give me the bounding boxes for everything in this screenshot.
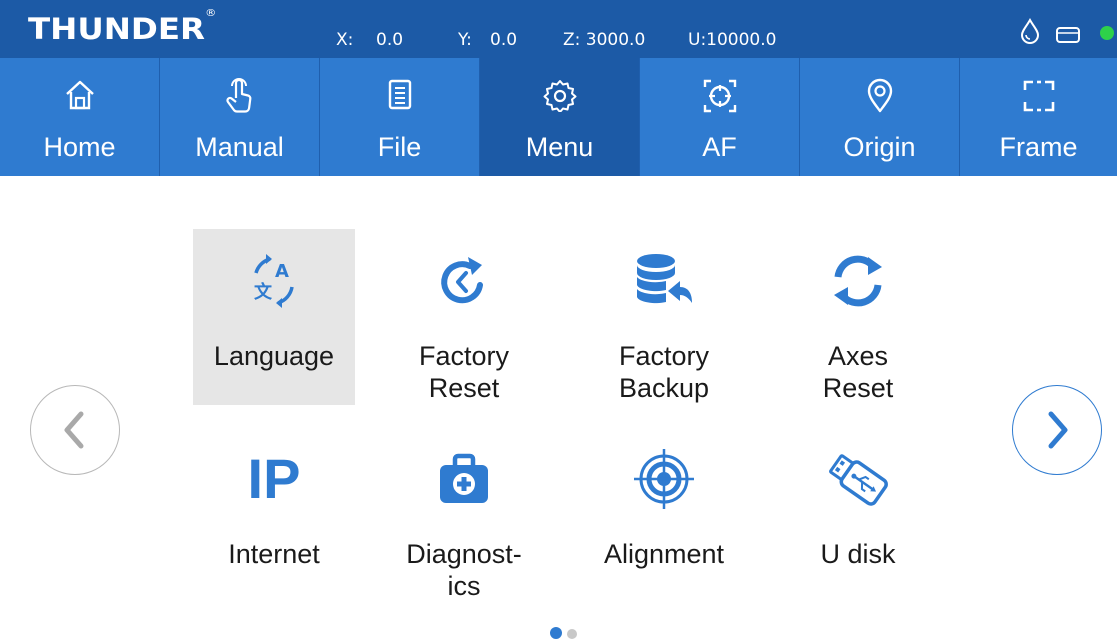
medical-kit-icon	[383, 453, 545, 507]
tab-label: AF	[702, 132, 737, 162]
u-coordinate: U:10000.0	[688, 30, 777, 50]
location-pin-icon	[800, 78, 959, 114]
tab-menu[interactable]: Menu	[480, 58, 640, 176]
menu-item-internet[interactable]: IP Internet	[193, 431, 355, 607]
home-icon	[0, 78, 159, 114]
language-icon: A 文	[193, 251, 355, 311]
menu-item-label: Axes Reset	[822, 341, 894, 403]
tab-label: Origin	[843, 132, 916, 162]
y-coordinate-label: Y:	[458, 30, 472, 50]
tab-origin[interactable]: Origin	[800, 58, 960, 176]
crosshair-icon	[583, 447, 745, 511]
database-backup-icon	[583, 251, 745, 311]
menu-item-label: Factory Backup	[618, 341, 710, 403]
x-coordinate-value: 0.0	[376, 30, 404, 50]
menu-item-label: Language	[213, 341, 335, 371]
menu-item-label: Factory Reset	[418, 341, 510, 403]
menu-page: A 文 Language Factory Reset Factory Backu…	[0, 176, 1117, 644]
menu-item-diagnostics[interactable]: Diagnost- ics	[383, 431, 545, 607]
page-dot-inactive	[567, 629, 577, 639]
menu-item-u-disk[interactable]: U disk	[777, 431, 939, 607]
tab-label: Home	[43, 132, 116, 162]
ip-icon: IP	[247, 447, 301, 510]
tab-label: Frame	[999, 132, 1078, 162]
file-icon	[320, 78, 479, 114]
connection-status-dot	[1100, 26, 1114, 40]
refresh-icon	[777, 251, 939, 311]
next-page-button[interactable]	[1012, 385, 1102, 475]
previous-page-button[interactable]	[30, 385, 120, 475]
tab-label: Menu	[525, 132, 594, 162]
brand-logo: THUNDER®	[28, 8, 217, 46]
tab-file[interactable]: File	[320, 58, 480, 176]
card-icon	[1055, 26, 1081, 49]
factory-reset-icon	[383, 251, 545, 311]
tab-af[interactable]: AF	[640, 58, 800, 176]
menu-item-language[interactable]: A 文 Language	[193, 229, 355, 405]
water-drop-icon	[1019, 17, 1041, 49]
tab-label: File	[377, 132, 422, 162]
menu-item-alignment[interactable]: Alignment	[583, 431, 745, 607]
menu-item-label: Diagnost- ics	[406, 539, 522, 601]
x-coordinate-label: X:	[336, 30, 354, 50]
page-indicator	[550, 626, 582, 644]
status-bar: THUNDER® X: 0.0 Y: 0.0 Z: 3000.0 U:10000…	[0, 0, 1117, 58]
frame-icon	[960, 78, 1117, 114]
tab-label: Manual	[195, 132, 284, 162]
tab-frame[interactable]: Frame	[960, 58, 1117, 176]
z-coordinate: Z: 3000.0	[563, 30, 646, 50]
menu-item-label: Alignment	[603, 539, 725, 569]
tab-manual[interactable]: Manual	[160, 58, 320, 176]
menu-item-factory-reset[interactable]: Factory Reset	[383, 229, 545, 405]
menu-item-factory-backup[interactable]: Factory Backup	[583, 229, 745, 405]
gear-icon	[480, 78, 639, 114]
menu-item-axes-reset[interactable]: Axes Reset	[777, 229, 939, 405]
svg-text:A: A	[275, 261, 289, 282]
chevron-left-icon	[64, 411, 84, 449]
target-focus-icon	[640, 78, 799, 114]
page-dot-active	[550, 627, 562, 639]
y-coordinate-value: 0.0	[490, 30, 518, 50]
hand-pointer-icon	[160, 78, 319, 114]
tab-home[interactable]: Home	[0, 58, 160, 176]
svg-text:文: 文	[254, 281, 273, 303]
tab-bar: Home Manual File Menu AF Origin Frame	[0, 58, 1117, 176]
chevron-right-icon	[1048, 411, 1068, 449]
usb-drive-icon	[777, 449, 939, 509]
menu-item-label: U disk	[820, 539, 896, 569]
menu-item-label: Internet	[228, 539, 320, 569]
